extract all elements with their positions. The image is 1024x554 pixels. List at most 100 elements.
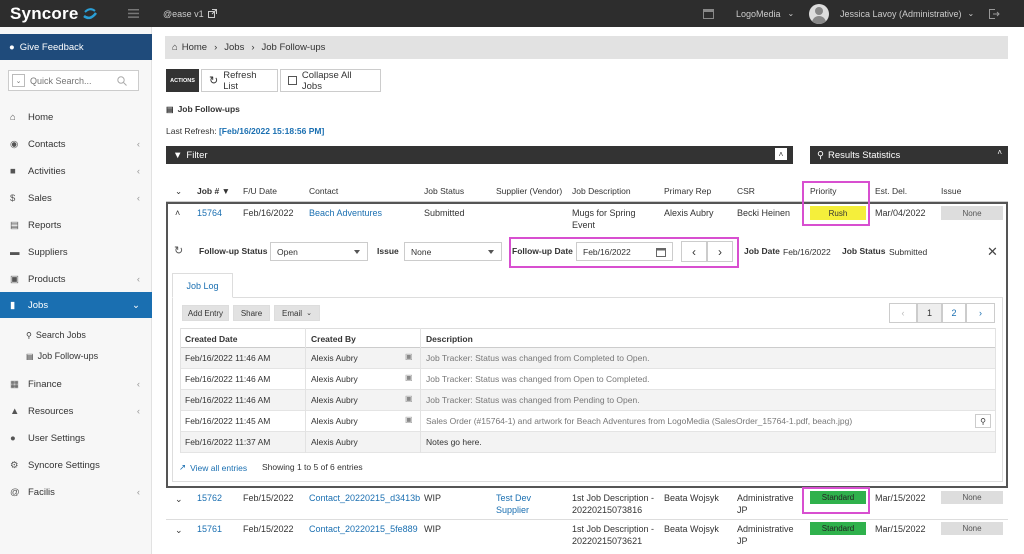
follow-up-date-input[interactable]: Feb/16/2022: [576, 242, 673, 261]
col-primary-rep[interactable]: Primary Rep: [664, 186, 711, 196]
user-menu[interactable]: Jessica Lavoy (Administrative) ⌄: [840, 0, 974, 27]
expand-all-icon[interactable]: ⌄: [175, 186, 182, 197]
sidebar-item-products[interactable]: ▣ Products ‹: [0, 266, 152, 292]
issue-badge[interactable]: None: [941, 206, 1003, 220]
sidebar-subitem-search-jobs[interactable]: ⚲ Search Jobs: [0, 325, 152, 345]
sidebar-item-user-settings[interactable]: ● User Settings: [0, 425, 152, 451]
sidebar-item-contacts[interactable]: ◉ Contacts ‹: [0, 131, 152, 157]
col-supplier[interactable]: Supplier (Vendor): [496, 186, 562, 196]
follow-up-status-select[interactable]: Open: [270, 242, 368, 261]
job-number-link[interactable]: 15761: [197, 523, 222, 535]
next-date-button[interactable]: ›: [707, 241, 733, 262]
menu-toggle-icon[interactable]: [128, 0, 139, 27]
refresh-list-button[interactable]: ↻ Refresh List: [201, 69, 278, 92]
est-del-cell: Mar/04/2022: [875, 208, 926, 218]
share-button[interactable]: Share: [233, 305, 270, 321]
chevron-left-icon: ‹: [136, 273, 140, 285]
chevron-up-icon[interactable]: ˄: [997, 148, 1002, 157]
log-row[interactable]: Feb/16/2022 11:46 AM Alexis Aubry ▣ Job Tra…: [180, 390, 995, 411]
give-feedback-button[interactable]: ● Give Feedback: [0, 34, 152, 60]
chevron-up-icon[interactable]: ˄: [775, 148, 787, 160]
breadcrumb-home[interactable]: Home: [182, 42, 207, 53]
calendar-icon[interactable]: [703, 0, 714, 27]
settings-icon: ⚙: [10, 459, 19, 471]
pagination-prev[interactable]: ‹: [889, 303, 917, 323]
sidebar-item-label: Facilis: [28, 486, 55, 498]
priority-badge-standard[interactable]: Standard: [810, 522, 866, 535]
log-row[interactable]: Feb/16/2022 11:46 AM Alexis Aubry ▣ Job Tra…: [180, 369, 995, 390]
system-entry-icon: ▣: [405, 373, 413, 382]
folder-icon: ▮: [10, 299, 16, 311]
sidebar-item-syncore-settings[interactable]: ⚙ Syncore Settings: [0, 452, 152, 478]
list-icon: ▤: [166, 104, 174, 114]
col-fu-date[interactable]: F/U Date: [243, 186, 277, 196]
sidebar-item-home[interactable]: ⌂ Home: [0, 104, 152, 130]
preview-search-icon[interactable]: ⚲: [975, 414, 991, 428]
sidebar-item-facilis[interactable]: @ Facilis ‹: [0, 479, 152, 505]
collapse-row-icon[interactable]: ˄: [175, 207, 180, 219]
sidebar-item-label: User Settings: [28, 432, 86, 444]
results-statistics-bar[interactable]: ⚲ Results Statistics ˄: [810, 146, 1008, 164]
col-job[interactable]: Job # ▼: [197, 186, 230, 196]
close-icon[interactable]: ✕: [987, 244, 998, 260]
external-link-icon: [207, 9, 217, 18]
log-row[interactable]: Feb/16/2022 11:45 AM Alexis Aubry ▣ Sales O…: [180, 411, 995, 432]
sidebar-item-label: Activities: [28, 165, 66, 177]
sidebar-item-label: Contacts: [28, 138, 66, 150]
log-row[interactable]: Feb/16/2022 11:46 AM Alexis Aubry ▣ Job Tra…: [180, 348, 995, 369]
sidebar-subitem-job-follow-ups[interactable]: ▤ Job Follow-ups: [0, 346, 152, 366]
follow-up-status-label: Follow-up Status: [199, 246, 268, 256]
col-csr[interactable]: CSR: [737, 186, 755, 196]
supplier-link[interactable]: Test Dev Supplier: [496, 492, 556, 516]
issue-badge[interactable]: None: [941, 491, 1003, 504]
col-job-status[interactable]: Job Status: [424, 186, 464, 196]
sidebar-item-sales[interactable]: $ Sales ‹: [0, 185, 152, 211]
environment-link[interactable]: @ease v1: [163, 0, 217, 27]
logout-icon[interactable]: [988, 0, 1000, 27]
prev-date-button[interactable]: ‹: [681, 241, 707, 262]
sidebar-item-resources[interactable]: ▲ Resources ‹: [0, 398, 152, 424]
search-dropdown-icon[interactable]: ⌄: [12, 74, 25, 87]
tab-job-log[interactable]: Job Log: [172, 273, 233, 298]
user-icon: ●: [10, 432, 16, 444]
contact-link[interactable]: Beach Adventures: [309, 207, 382, 219]
job-number-link[interactable]: 15764: [197, 207, 222, 219]
avatar[interactable]: [809, 0, 829, 27]
quick-search-input[interactable]: [30, 75, 115, 86]
issue-badge[interactable]: None: [941, 522, 1003, 535]
collapse-all-jobs-button[interactable]: Collapse All Jobs: [280, 69, 381, 92]
col-contact[interactable]: Contact: [309, 186, 338, 196]
col-est-del[interactable]: Est. Del.: [875, 186, 907, 196]
expand-row-icon[interactable]: ⌄: [175, 524, 183, 536]
contact-link[interactable]: Contact_20220215_5fe889: [309, 523, 418, 535]
chevron-down-icon: ⌄: [306, 310, 312, 317]
breadcrumb-jobs[interactable]: Jobs: [224, 42, 244, 53]
email-button[interactable]: Email ⌄: [274, 305, 320, 321]
view-all-entries-link[interactable]: ↗ View all entries: [179, 462, 247, 473]
sidebar-item-label: Sales: [28, 192, 52, 204]
add-entry-button[interactable]: Add Entry: [182, 305, 229, 321]
job-number-link[interactable]: 15762: [197, 492, 222, 504]
pagination-next[interactable]: ›: [966, 303, 995, 323]
filter-bar[interactable]: ▼ Filter ˄: [166, 146, 793, 164]
col-issue[interactable]: Issue: [941, 186, 961, 196]
log-row[interactable]: Feb/16/2022 11:37 AM Alexis Aubry Notes go…: [180, 432, 995, 453]
quick-search[interactable]: ⌄: [8, 70, 139, 91]
sidebar-item-jobs[interactable]: ▮ Jobs ⌄: [0, 292, 152, 318]
issue-select[interactable]: None: [404, 242, 502, 261]
company-dropdown[interactable]: LogoMedia ⌄: [736, 0, 794, 27]
refresh-icon[interactable]: ↻: [174, 244, 183, 257]
col-job-description[interactable]: Job Description: [572, 186, 631, 196]
log-created-by: Alexis Aubry: [311, 437, 358, 447]
sidebar-item-suppliers[interactable]: ▬ Suppliers: [0, 239, 152, 265]
syncore-logo[interactable]: Syncore: [10, 0, 98, 27]
sidebar-item-label: Home: [28, 111, 54, 123]
sidebar-item-finance[interactable]: ▦ Finance ‹: [0, 371, 152, 397]
sidebar-item-label: Jobs: [28, 299, 49, 311]
pagination-page-2[interactable]: 2: [942, 303, 966, 323]
sidebar-item-activities[interactable]: ■ Activities ‹: [0, 158, 152, 184]
pagination-page-1[interactable]: 1: [917, 303, 942, 323]
sidebar-item-reports[interactable]: ▤ Reports: [0, 212, 152, 238]
contact-link[interactable]: Contact_20220215_d3413b: [309, 492, 420, 504]
expand-row-icon[interactable]: ⌄: [175, 493, 183, 505]
